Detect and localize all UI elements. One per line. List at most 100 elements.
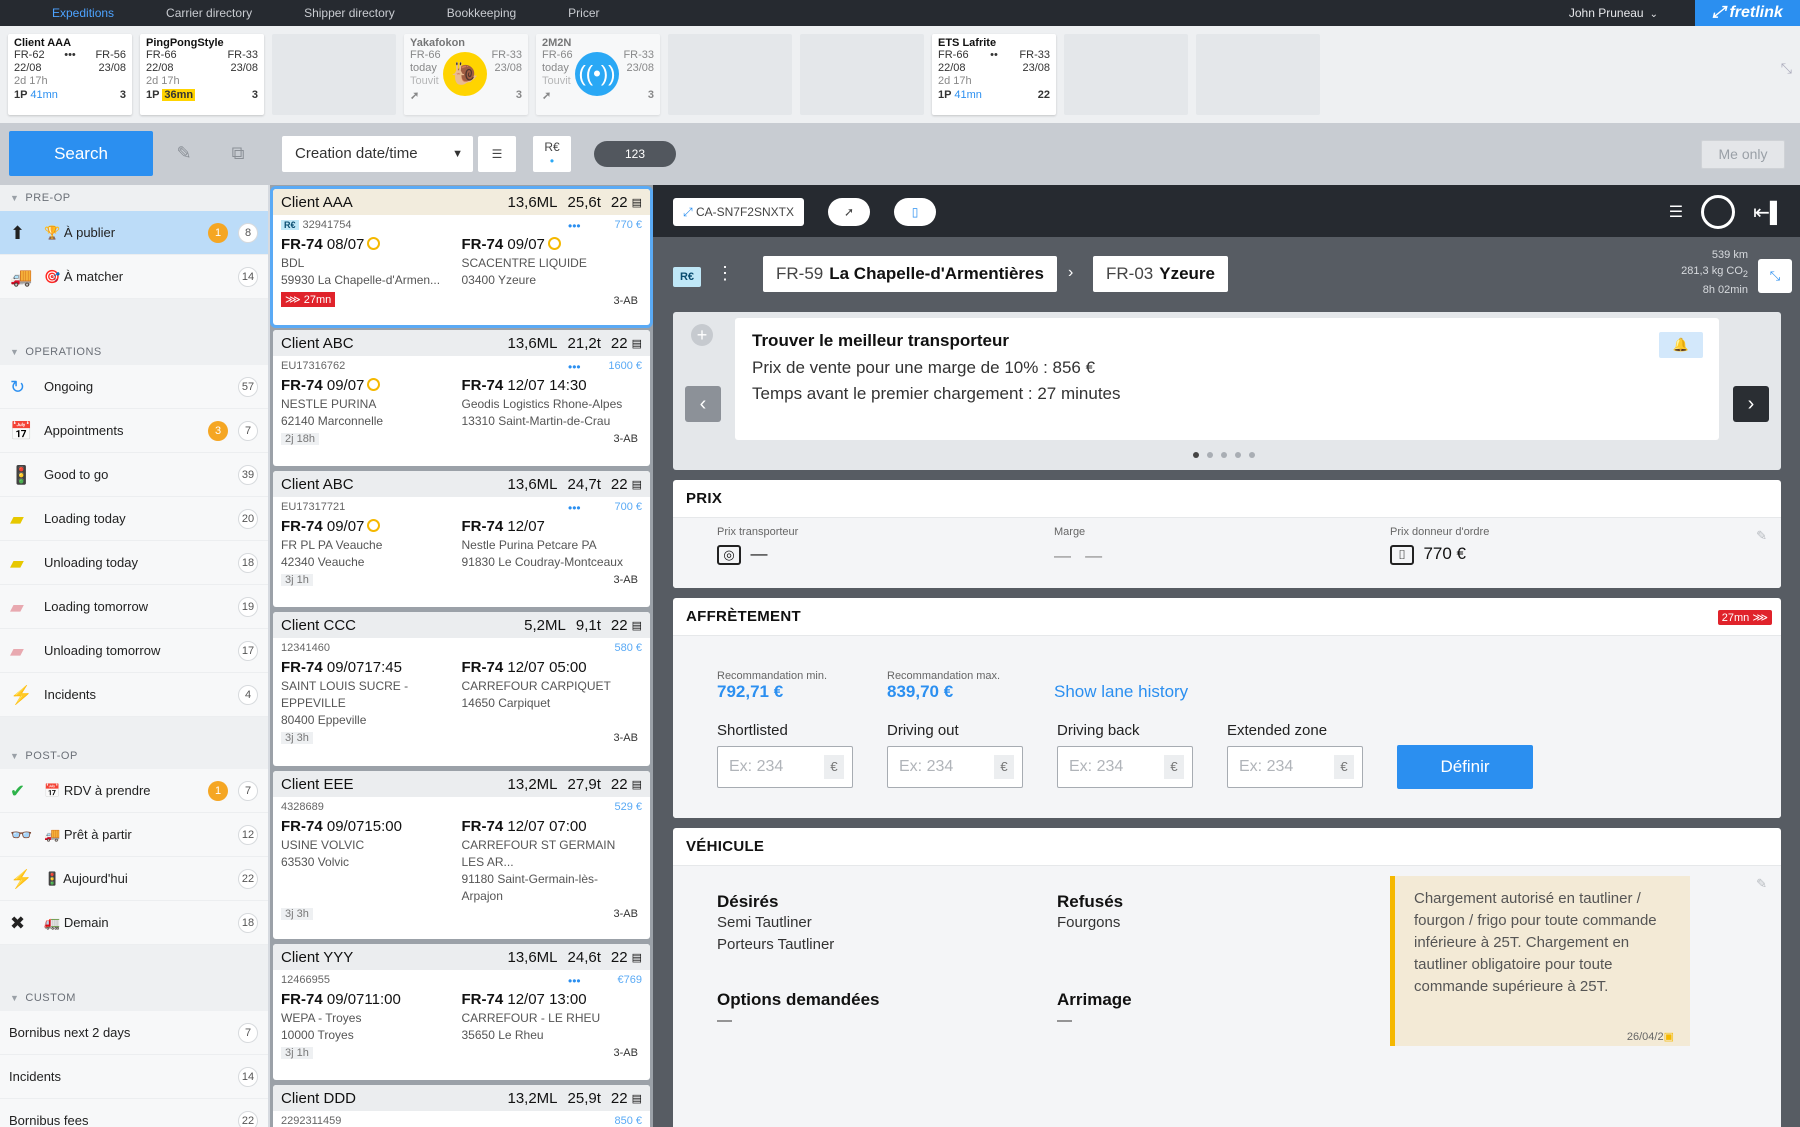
shipment-card[interactable]: ETS Lafrite FR-66 •• FR-33 22/08 23/08 2d 1… [932,34,1056,115]
add-copy-icon[interactable]: ⧉ [222,137,254,169]
carousel-next-button[interactable]: › [1733,386,1769,422]
origin-name: WEPA - Troyes [281,1011,362,1025]
define-button[interactable]: Définir [1397,745,1533,789]
sidebar-item-loading-today[interactable]: ▰ Loading today 20 [0,497,268,541]
carousel-dot[interactable] [1249,452,1255,458]
sort-select[interactable]: Creation date/time ▼ [282,136,473,172]
carousel-dot[interactable] [1193,452,1199,458]
euro-suffix: € [1164,755,1184,779]
sidebar-item-bornibus-next[interactable]: Bornibus next 2 days 7 [0,1011,268,1055]
list-weight: 24,6t [567,948,601,966]
origin-city-chip[interactable]: FR-59 La Chapelle-d'Armentières [763,256,1057,292]
sidebar-item-unloading-today[interactable]: ▰ Unloading today 18 [0,541,268,585]
sidebar-item-rdv-a-prendre[interactable]: ✔ 📅 RDV à prendre 1 7 [0,769,268,813]
shipment-card[interactable]: PingPongStyle FR-66 FR-33 22/08 23/08 2d 1… [140,34,264,115]
more-icon[interactable]: ••• [568,501,581,515]
tab-pricer[interactable]: Pricer [542,0,625,26]
extended-zone-input[interactable]: Ex: 234 € [1227,746,1363,788]
search-button[interactable]: Search [9,131,153,176]
document-button[interactable]: ▯ [894,198,936,226]
more-icon[interactable]: ••• [568,360,581,374]
sidebar-item-custom-incidents[interactable]: Incidents 14 [0,1055,268,1099]
tab-expeditions[interactable]: Expeditions [0,0,140,26]
card-from-date: today [542,62,569,74]
dest-date: 12/07 14:30 [507,377,587,394]
card-to: FR-33 [491,49,522,61]
carousel-prev-button[interactable]: ‹ [685,386,721,422]
link-icon: ⤢ [683,205,693,219]
sidebar-item-incidents[interactable]: ⚡ Incidents 4 [0,673,268,717]
carousel-dot[interactable] [1207,452,1213,458]
dest-city-chip[interactable]: FR-03 Yzeure [1093,256,1228,292]
rc-filter-button[interactable]: R€ • [533,136,571,172]
route-map-button[interactable]: ⤡ [1758,259,1792,293]
carousel-dot[interactable] [1235,452,1241,458]
dest-city: 35650 Le Rheu [461,1028,544,1042]
sidebar-item-a-matcher[interactable]: 🚚 🎯 À matcher 14 [0,255,268,299]
origin-date: 09/07 [326,518,365,535]
traffic-light-icon: 🚦 [10,465,33,485]
section-pre-op[interactable]: ▼ PRE-OP [0,185,268,211]
more-icon[interactable]: ••• [568,219,581,233]
sort-order-button[interactable]: ☰ [478,136,516,172]
chartering-panel: AFFRÈTEMENT 27mn ⋙ Recommandation min. 7… [673,598,1781,818]
note-text: Chargement autorisé en tautliner / fourg… [1414,890,1657,995]
kebab-icon[interactable]: ⋮ [716,263,734,284]
list-item[interactable]: Client YYY 13,6ML 24,6t 22 ▤ 12466955 ••• €76… [273,944,650,1080]
carousel-dot[interactable] [1221,452,1227,458]
sidebar-item-pret-a-partir[interactable]: 👓 🚚 Prêt à partir 12 [0,813,268,857]
section-operations[interactable]: ▼ OPERATIONS [0,339,268,365]
me-only-toggle[interactable]: Me only [1701,140,1785,169]
list-item[interactable]: Client ABC 13,6ML 21,2t 22 ▤ EU17316762 ••• 1… [273,330,650,466]
sidebar-item-appointments[interactable]: 📅 Appointments 3 7 [0,409,268,453]
status-ring-icon[interactable] [1701,195,1736,229]
card-title: Client AAA [14,37,72,49]
scroll-icon[interactable]: ☰ [1669,202,1683,222]
list-item[interactable]: Client CCC 5,2ML 9,1t 22 ▤ 12341460 580 € FR… [273,612,650,766]
driving-out-input[interactable]: Ex: 234 € [887,746,1023,788]
bell-icon[interactable]: 🔔 [1659,332,1703,358]
list-ml: 13,6ML [507,948,558,966]
tab-shipper-directory[interactable]: Shipper directory [278,0,421,26]
send-button[interactable]: ➚ [828,198,870,226]
shipment-code-chip[interactable]: ⤢ CA-SN7F2SNXTX [673,198,804,226]
collapse-icon[interactable]: ⤡ [1781,60,1792,77]
truck-icon: ▤ [631,337,642,350]
more-icon[interactable]: ••• [568,974,581,988]
list-item[interactable]: Client ABC 13,6ML 24,7t 22 ▤ EU17317721 ••• 7… [273,471,650,607]
unload-icon: ▰ [10,553,24,573]
pencil-icon[interactable]: ✎ [168,137,200,169]
dest-name: CARREFOUR - LE RHEU [461,1011,601,1025]
section-custom[interactable]: ▼ CUSTOM [0,985,268,1011]
origin-name-cont: EPPEVILLE [281,696,346,710]
pencil-icon[interactable]: ✎ [1756,528,1767,544]
sidebar-item-aujourdhui[interactable]: ⚡ 🚦 Aujourd'hui 22 [0,857,268,901]
sidebar-item-unloading-tomorrow[interactable]: ▰ Unloading tomorrow 17 [0,629,268,673]
tab-carrier-directory[interactable]: Carrier directory [140,0,278,26]
list-item[interactable]: Client AAA 13,6ML 25,6t 22 ▤ R€ 32941754 ••• 7… [273,189,650,325]
exit-icon[interactable]: ⇤▌ [1753,200,1784,225]
list-item[interactable]: Client DDD 13,2ML 25,9t 22 ▤ 2292311459 850 … [273,1085,650,1127]
shipment-card[interactable]: Client AAA FR-62 ••• FR-56 22/08 23/08 2d 1… [8,34,132,115]
pencil-icon[interactable]: ✎ [1756,876,1767,892]
arrimage-value: — [1057,1012,1072,1029]
list-item[interactable]: Client EEE 13,2ML 27,9t 22 ▤ 4328689 529 € F… [273,771,650,939]
sidebar-item-good-to-go[interactable]: 🚦 Good to go 39 [0,453,268,497]
lane-history-link[interactable]: Show lane history [1054,682,1188,702]
sidebar-item-a-publier[interactable]: ⬆ 🏆 À publier 1 8 [0,211,268,255]
add-icon[interactable]: + [691,324,713,346]
tab-bookkeeping[interactable]: Bookkeeping [421,0,542,26]
carousel-dots[interactable] [1193,452,1255,458]
user-menu[interactable]: John Pruneau ⌄ [1569,0,1658,28]
sidebar-item-label: 🚛 Demain [44,915,109,930]
toolbar: Search ✎ ⧉ Creation date/time ▼ ☰ R€ • 123… [0,123,1800,185]
sidebar-item-ongoing[interactable]: ↻ Ongoing 57 [0,365,268,409]
shortlisted-input[interactable]: Ex: 234 € [717,746,853,788]
sidebar-item-loading-tomorrow[interactable]: ▰ Loading tomorrow 19 [0,585,268,629]
flash-icon: ⚡ [10,869,33,889]
sidebar-item-demain[interactable]: ✖ 🚛 Demain 18 [0,901,268,945]
driving-back-input[interactable]: Ex: 234 € [1057,746,1193,788]
sidebar-item-bornibus-fees[interactable]: Bornibus fees 22 [0,1099,268,1127]
section-post-op[interactable]: ▼ POST-OP [0,743,268,769]
sidebar-item-text: Demain [63,915,109,930]
